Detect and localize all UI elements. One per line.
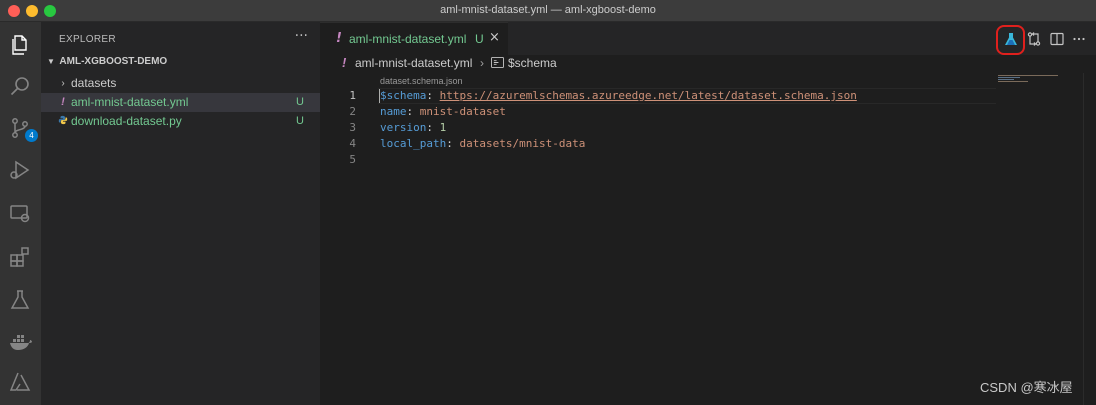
line-number: 4 [349, 137, 356, 150]
testing-flask-icon[interactable] [6, 286, 34, 314]
yaml-key: version [380, 121, 427, 134]
workspace-folder-name: AML-XGBOOST-DEMO [59, 56, 168, 67]
chevron-right-icon: › [61, 78, 65, 89]
yaml-file-icon: ! [336, 31, 342, 46]
minimap[interactable] [995, 73, 1083, 353]
code-line: 2 name: mnist-dataset [320, 104, 1000, 120]
tab-aml-mnist-dataset[interactable]: ! aml-mnist-dataset.yml U × [320, 22, 508, 55]
azure-icon[interactable] [6, 368, 34, 396]
docker-icon[interactable] [6, 327, 34, 355]
tree-item-label: aml-mnist-dataset.yml [71, 95, 189, 109]
code-text: version: 1 [380, 120, 446, 136]
tab-label: aml-mnist-dataset.yml [349, 32, 467, 46]
window-title: aml-mnist-dataset.yml — aml-xgboost-demo [440, 4, 656, 16]
activity-bar: 4 [0, 22, 41, 405]
schema-codelens[interactable]: dataset.schema.json [380, 76, 463, 86]
close-tab-icon[interactable]: × [489, 30, 500, 45]
line-number: 2 [349, 105, 356, 118]
yaml-separator: : [426, 89, 440, 102]
highlight-annotation [996, 25, 1025, 55]
code-line: 4 local_path: datasets/mnist-data [320, 136, 1000, 152]
code-text: local_path: datasets/mnist-data [380, 136, 585, 152]
yaml-separator: : [446, 137, 460, 150]
breadcrumb-symbol[interactable]: $schema [508, 56, 557, 70]
yaml-string-value: mnist-dataset [419, 105, 506, 118]
minimap-line [998, 79, 1014, 80]
source-control-badge: 4 [25, 129, 38, 142]
editor-tab-bar: ! aml-mnist-dataset.yml U × [320, 22, 1096, 55]
python-file-icon [58, 112, 68, 131]
search-icon[interactable] [6, 72, 34, 100]
yaml-separator: : [406, 105, 420, 118]
tab-git-status: U [475, 32, 484, 46]
explorer-header: EXPLORER [59, 34, 116, 45]
tree-item-aml-mnist-dataset[interactable]: ! aml-mnist-dataset.yml U [41, 93, 320, 112]
breadcrumb: ! aml-mnist-dataset.yml › $schema [320, 55, 1096, 73]
code-line: 5 [320, 152, 1000, 168]
compare-changes-icon[interactable] [1023, 28, 1045, 50]
tree-item-download-dataset[interactable]: download-dataset.py U [41, 112, 320, 131]
workspace-folder-header[interactable]: ▼ AML-XGBOOST-DEMO [45, 56, 320, 72]
code-text: $schema: https://azuremlschemas.azureedg… [380, 88, 857, 104]
line-number: 5 [349, 153, 356, 166]
vertical-scrollbar[interactable] [1083, 73, 1096, 405]
line-number: 3 [349, 121, 356, 134]
yaml-number-value: 1 [439, 121, 447, 134]
tree-item-label: datasets [71, 76, 117, 90]
remote-explorer-icon[interactable] [6, 199, 34, 227]
yaml-key: name [380, 105, 407, 118]
explorer-more-actions-icon[interactable]: ··· [295, 28, 308, 44]
yaml-string-value: datasets/mnist-data [459, 137, 586, 150]
yaml-file-icon: ! [61, 96, 65, 108]
code-line: 1 $schema: https://azuremlschemas.azuree… [320, 88, 1000, 104]
minimap-line [998, 75, 1058, 76]
yaml-url-value[interactable]: https://azuremlschemas.azureedge.net/lat… [440, 89, 857, 102]
yaml-key: local_path [380, 137, 447, 150]
yaml-key: $schema [380, 89, 427, 102]
git-status-badge: U [296, 96, 304, 108]
minimap-line [998, 81, 1028, 82]
run-debug-icon[interactable] [6, 156, 34, 184]
symbol-object-icon [491, 57, 504, 71]
source-control-icon[interactable]: 4 [6, 114, 38, 142]
tree-item-label: download-dataset.py [71, 114, 182, 128]
git-status-badge: U [296, 115, 304, 127]
chevron-down-icon: ▼ [47, 57, 55, 66]
chevron-right-icon: › [480, 56, 484, 70]
yaml-file-icon: ! [342, 55, 347, 70]
minimap-line [998, 77, 1020, 78]
title-bar: aml-mnist-dataset.yml — aml-xgboost-demo [0, 0, 1096, 22]
code-text: name: mnist-dataset [380, 104, 506, 120]
explorer-sidebar: EXPLORER ··· ▼ AML-XGBOOST-DEMO › datase… [41, 22, 320, 405]
extensions-icon[interactable] [6, 243, 34, 271]
code-line: 3 version: 1 [320, 120, 1000, 136]
yaml-separator: : [426, 121, 440, 134]
code-editor[interactable]: 1 $schema: https://azuremlschemas.azuree… [320, 88, 1000, 168]
watermark-text: CSDN @寒冰屋 [980, 380, 1073, 395]
line-number: 1 [349, 89, 356, 102]
tree-item-datasets[interactable]: › datasets [41, 74, 320, 93]
split-editor-icon[interactable] [1046, 28, 1068, 50]
files-icon[interactable] [6, 31, 34, 59]
breadcrumb-file[interactable]: aml-mnist-dataset.yml [355, 56, 472, 70]
more-actions-icon[interactable] [1068, 28, 1090, 50]
text-cursor [379, 89, 380, 103]
